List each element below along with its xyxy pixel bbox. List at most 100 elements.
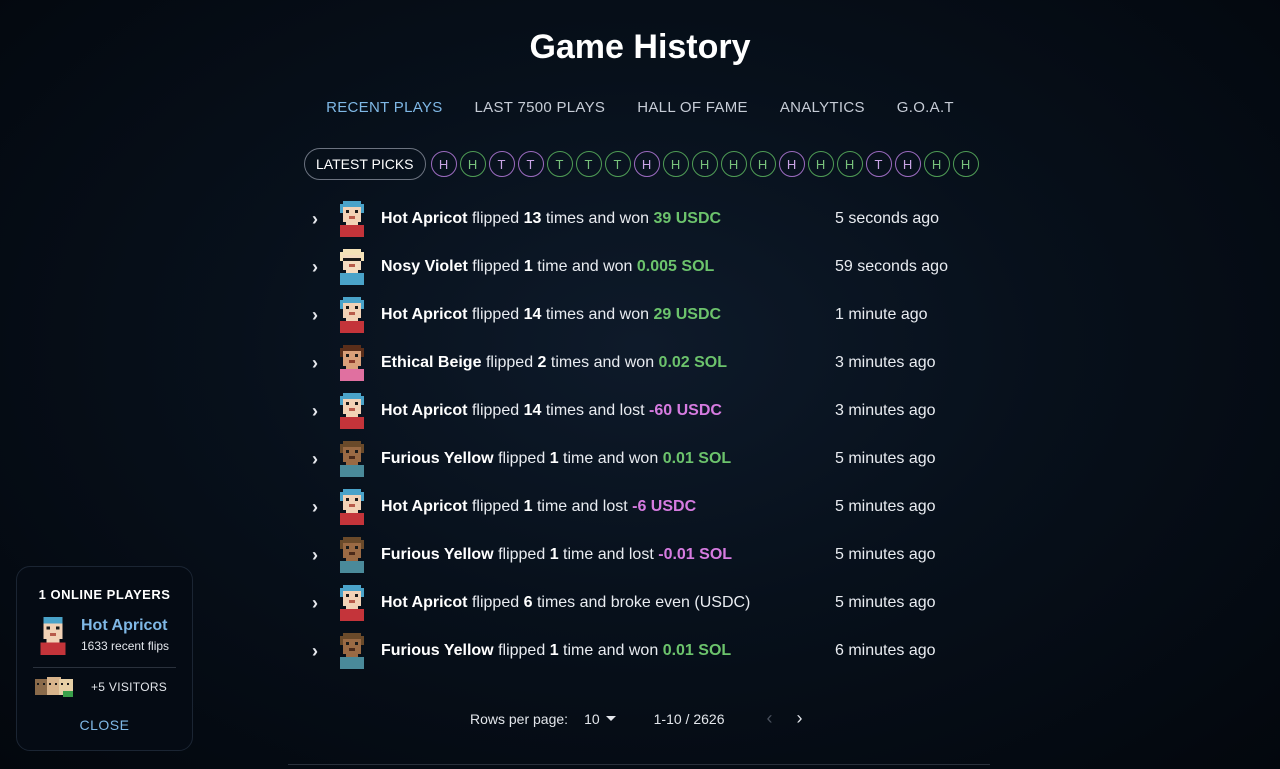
- online-player[interactable]: Hot Apricot 1633 recent flips: [37, 617, 169, 655]
- play-row[interactable]: › Hot Apricot flipped 13 times and won 39…: [305, 195, 985, 243]
- pick-badge: T: [488, 151, 515, 177]
- tab-hall-of-fame[interactable]: HALL OF FAME: [621, 99, 764, 116]
- play-row[interactable]: › Furious Yellow flipped 1 time and won 0…: [305, 435, 985, 483]
- online-players-header: 1 ONLINE PLAYERS: [38, 587, 171, 602]
- chevron-right-icon[interactable]: ›: [305, 209, 325, 230]
- latest-picks-bar: LATEST PICKS H H T T T T T H H H H H H H…: [304, 148, 979, 180]
- tab-recent-plays[interactable]: RECENT PLAYS: [310, 99, 458, 116]
- player-name[interactable]: Furious Yellow: [381, 450, 494, 467]
- play-description: Ethical Beige flipped 2 times and won 0.…: [381, 354, 727, 372]
- play-unit: times and: [545, 210, 616, 227]
- online-player-name: Hot Apricot: [81, 617, 168, 634]
- chevron-right-icon[interactable]: ›: [305, 257, 325, 278]
- player-name[interactable]: Hot Apricot: [381, 210, 468, 227]
- play-unit: times and: [545, 306, 616, 323]
- play-unit: time and: [537, 258, 599, 275]
- play-description: Hot Apricot flipped 14 times and lost -6…: [381, 402, 722, 420]
- player-name[interactable]: Furious Yellow: [381, 546, 494, 563]
- player-name[interactable]: Furious Yellow: [381, 642, 494, 659]
- play-row[interactable]: › Hot Apricot flipped 6 times and broke e…: [305, 579, 985, 627]
- chevron-right-icon[interactable]: ›: [305, 497, 325, 518]
- play-unit: times and: [545, 402, 616, 419]
- play-verb: flipped: [498, 546, 546, 563]
- pick-badge: H: [720, 151, 747, 177]
- play-amount: 0.01 SOL: [662, 642, 732, 659]
- latest-picks-button[interactable]: LATEST PICKS: [304, 148, 426, 180]
- avatar: [340, 249, 364, 285]
- player-name[interactable]: Nosy Violet: [381, 258, 468, 275]
- play-unit: time and: [563, 546, 625, 563]
- play-amount: 0.01 SOL: [662, 450, 732, 467]
- play-result: lost: [619, 402, 645, 419]
- player-name[interactable]: Hot Apricot: [381, 498, 468, 515]
- flip-count: 2: [537, 354, 547, 371]
- play-amount: -60 USDC: [649, 402, 722, 419]
- play-time: 3 minutes ago: [835, 402, 936, 419]
- divider: [288, 764, 990, 765]
- player-name[interactable]: Hot Apricot: [381, 402, 468, 419]
- prev-page-chevron-icon[interactable]: ‹: [754, 708, 784, 729]
- tab-last-7500-plays[interactable]: LAST 7500 PLAYS: [459, 99, 622, 116]
- chevron-right-icon[interactable]: ›: [305, 449, 325, 470]
- play-row[interactable]: › Hot Apricot flipped 14 times and won 29…: [305, 291, 985, 339]
- page-range: 1-10 / 2626: [653, 710, 725, 727]
- avatar: [340, 537, 364, 573]
- pick-badge: H: [662, 151, 689, 177]
- play-amount: 29 USDC: [653, 306, 722, 323]
- play-row[interactable]: › Hot Apricot flipped 14 times and lost -…: [305, 387, 985, 435]
- online-player-flips: 1633 recent flips: [81, 639, 170, 653]
- play-row[interactable]: › Furious Yellow flipped 1 time and won 0…: [305, 627, 985, 675]
- play-unit: times and: [536, 594, 607, 611]
- play-time: 5 minutes ago: [835, 546, 936, 563]
- pick-badge: T: [575, 151, 602, 177]
- player-name[interactable]: Hot Apricot: [381, 594, 468, 611]
- play-result: won: [628, 450, 659, 467]
- visitors-row: +5 VISITORS: [35, 675, 167, 699]
- pick-badge: T: [865, 151, 892, 177]
- player-name[interactable]: Ethical Beige: [381, 354, 481, 371]
- pick-badge: H: [430, 151, 457, 177]
- rows-per-page-select[interactable]: 10: [584, 711, 616, 727]
- pick-badge: H: [894, 151, 921, 177]
- pick-badge: H: [749, 151, 776, 177]
- close-button[interactable]: CLOSE: [17, 717, 192, 733]
- tab-analytics[interactable]: ANALYTICS: [764, 99, 881, 116]
- avatar: [40, 617, 66, 655]
- play-verb: flipped: [498, 450, 546, 467]
- play-time: 5 minutes ago: [835, 594, 936, 611]
- avatar: [340, 345, 364, 381]
- play-row[interactable]: › Nosy Violet flipped 1 time and won 0.00…: [305, 243, 985, 291]
- play-description: Furious Yellow flipped 1 time and lost -…: [381, 546, 732, 564]
- avatar: [340, 201, 364, 237]
- pick-badge: H: [633, 151, 660, 177]
- play-row[interactable]: › Furious Yellow flipped 1 time and lost …: [305, 531, 985, 579]
- chevron-right-icon[interactable]: ›: [305, 641, 325, 662]
- page-title: Game History: [529, 28, 751, 66]
- chevron-right-icon[interactable]: ›: [305, 593, 325, 614]
- avatar: [340, 585, 364, 621]
- play-result: won: [619, 306, 650, 323]
- play-row[interactable]: › Hot Apricot flipped 1 time and lost -6 …: [305, 483, 985, 531]
- chevron-right-icon[interactable]: ›: [305, 353, 325, 374]
- chevron-right-icon[interactable]: ›: [305, 305, 325, 326]
- next-page-chevron-icon[interactable]: ›: [784, 708, 814, 729]
- play-row[interactable]: › Ethical Beige flipped 2 times and won 0…: [305, 339, 985, 387]
- player-name[interactable]: Hot Apricot: [381, 306, 468, 323]
- chevron-right-icon[interactable]: ›: [305, 545, 325, 566]
- pick-badge: H: [459, 151, 486, 177]
- play-time: 5 minutes ago: [835, 498, 936, 515]
- pick-badge: H: [691, 151, 718, 177]
- play-unit: times and: [550, 354, 621, 371]
- play-result: broke even: [610, 594, 690, 611]
- tab-goat[interactable]: G.O.A.T: [881, 99, 970, 116]
- play-time: 1 minute ago: [835, 306, 928, 323]
- pick-badge: T: [604, 151, 631, 177]
- pick-badge: T: [546, 151, 573, 177]
- play-verb: flipped: [471, 210, 520, 227]
- chevron-right-icon[interactable]: ›: [305, 401, 325, 422]
- play-description: Nosy Violet flipped 1 time and won 0.005…: [381, 258, 714, 276]
- play-unit: time and: [536, 498, 599, 515]
- flip-count: 1: [523, 498, 533, 515]
- plays-list: › Hot Apricot flipped 13 times and won 39…: [305, 195, 985, 675]
- play-time: 5 seconds ago: [835, 210, 940, 227]
